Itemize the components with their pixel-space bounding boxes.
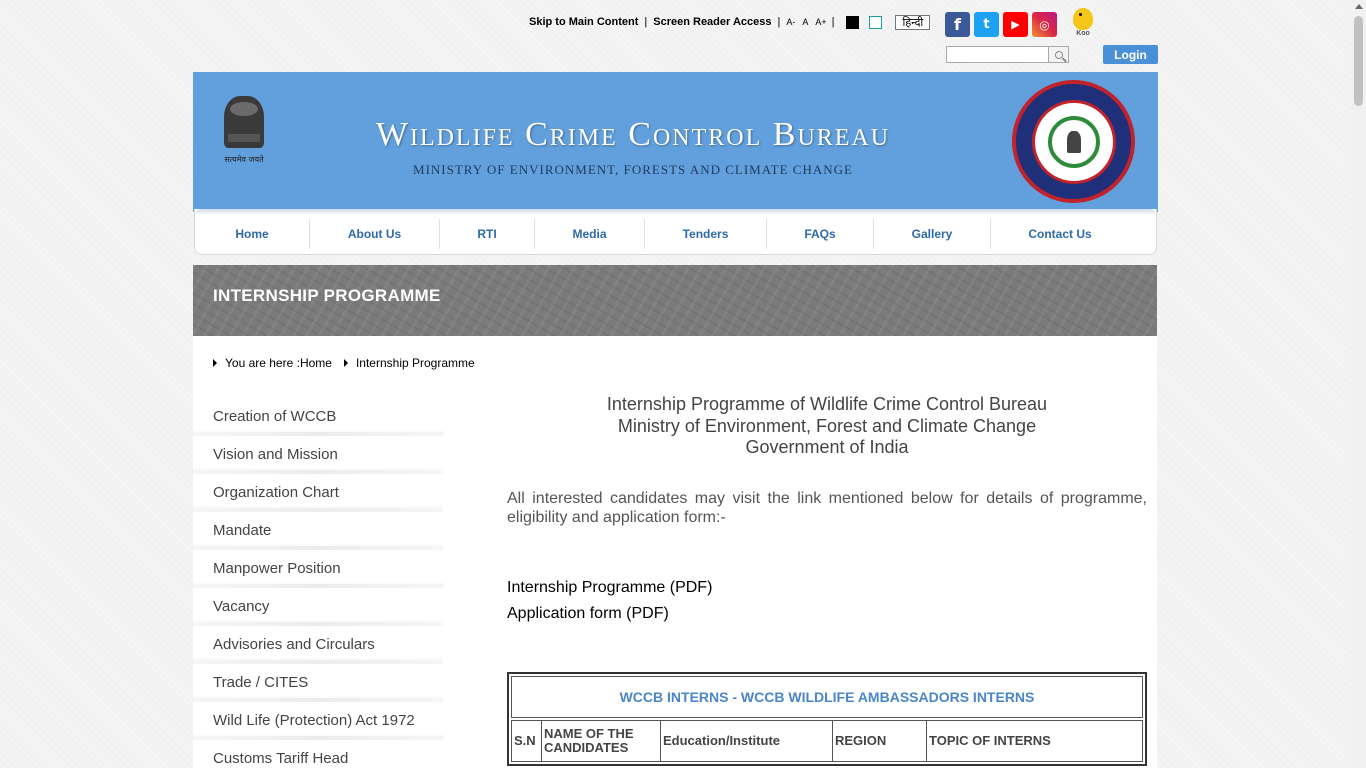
koo-icon — [1073, 8, 1093, 30]
internship-programme-pdf-link[interactable]: Internship Programme (PDF) — [507, 579, 1147, 597]
breadcrumb-current: Internship Programme — [355, 356, 475, 370]
sidebar-item-trade-cites[interactable]: Trade / CITES — [193, 664, 443, 702]
sidebar-item-advisories[interactable]: Advisories and Circulars — [193, 626, 443, 664]
site-header: सत्यमेव जयते Wildlife Crime Control Bure… — [193, 72, 1158, 212]
emblem-motto: सत्यमेव जयते — [224, 155, 264, 164]
search-button[interactable] — [1048, 46, 1069, 63]
table-header-name: NAME OF THE CANDIDATES — [542, 721, 661, 761]
sidebar-item-mandate[interactable]: Mandate — [193, 512, 443, 550]
language-hindi-button[interactable]: हिन्दी — [895, 14, 931, 30]
breadcrumb-arrow-icon — [343, 359, 348, 367]
breadcrumb: You are here : Home Internship Programme — [213, 356, 475, 370]
heading-line: Ministry of Environment, Forest and Clim… — [617, 415, 1037, 436]
nav-tenders[interactable]: Tenders — [645, 218, 767, 249]
lion-capital-icon — [224, 96, 264, 148]
nav-media[interactable]: Media — [535, 218, 645, 249]
search-icon — [1054, 50, 1063, 59]
table-header-education: Education/Institute — [661, 721, 833, 761]
wccb-seal-logo — [1012, 80, 1135, 203]
font-decrease-button[interactable]: A- — [786, 17, 795, 27]
high-contrast-button[interactable] — [846, 15, 860, 29]
heading-line: Internship Programme of Wildlife Crime C… — [606, 394, 1048, 414]
sidebar-item-customs-tariff[interactable]: Customs Tariff Head — [193, 740, 443, 768]
sidebar-item-vacancy[interactable]: Vacancy — [193, 588, 443, 626]
heading-line: Government of India — [745, 437, 909, 457]
facebook-icon[interactable]: f — [945, 12, 970, 37]
scroll-up-arrow-icon[interactable] — [1355, 4, 1363, 9]
sidebar-item-creation-of-wccb[interactable]: Creation of WCCB — [193, 398, 443, 436]
koo-label: Koo — [1076, 30, 1090, 37]
breadcrumb-home-link[interactable]: Home — [300, 356, 332, 370]
sidebar-item-vision-and-mission[interactable]: Vision and Mission — [193, 436, 443, 474]
font-increase-button[interactable]: A+ — [815, 17, 826, 27]
nav-contact-us[interactable]: Contact Us — [991, 219, 1129, 249]
sidebar-item-organization-chart[interactable]: Organization Chart — [193, 474, 443, 512]
main-content: You are here : Home Internship Programme… — [193, 336, 1157, 768]
sidebar-item-manpower-position[interactable]: Manpower Position — [193, 550, 443, 588]
sidebar-item-wildlife-act[interactable]: Wild Life (Protection) Act 1972 — [193, 702, 443, 740]
intro-paragraph: All interested candidates may visit the … — [507, 489, 1147, 526]
scrollbar-thumb[interactable] — [1354, 16, 1363, 106]
main-nav: Home About Us RTI Media Tenders FAQs Gal… — [194, 209, 1157, 255]
screen-reader-link[interactable]: Screen Reader Access — [653, 16, 771, 28]
site-title: Wildlife Crime Control Bureau — [375, 116, 891, 153]
separator: | — [644, 16, 648, 28]
nav-about-us[interactable]: About Us — [310, 218, 440, 249]
separator: | — [777, 16, 781, 28]
breadcrumb-arrow-icon — [213, 359, 217, 367]
search-input[interactable] — [946, 46, 1049, 63]
skip-to-main-link[interactable]: Skip to Main Content — [529, 16, 638, 28]
wreath-icon — [1047, 115, 1100, 168]
breadcrumb-prefix: You are here : — [225, 356, 300, 370]
twitter-icon[interactable]: t — [974, 12, 999, 37]
sidebar: Creation of WCCB Vision and Mission Orga… — [193, 398, 443, 768]
separator: | — [831, 16, 835, 28]
nav-rti[interactable]: RTI — [440, 218, 535, 249]
font-normal-button[interactable]: A — [802, 17, 808, 27]
koo-link[interactable]: Koo — [1070, 8, 1096, 37]
national-emblem: सत्यमेव जयते — [217, 96, 271, 170]
article-heading: Internship Programme of Wildlife Crime C… — [507, 394, 1147, 459]
table-title: WCCB INTERNS - WCCB WILDLIFE AMBASSADORS… — [511, 676, 1143, 718]
site-subtitle: Ministry of Environment, Forests and Cli… — [413, 162, 853, 177]
article: Internship Programme of Wildlife Crime C… — [507, 394, 1147, 623]
page-title: INTERNSHIP PROGRAMME — [213, 286, 441, 305]
interns-table: WCCB INTERNS - WCCB WILDLIFE AMBASSADORS… — [507, 672, 1147, 766]
normal-contrast-button[interactable] — [869, 15, 883, 29]
seal-inner — [1031, 99, 1116, 184]
table-header-topic: TOPIC OF INTERNS — [929, 733, 1051, 748]
table-header-region: REGION — [833, 721, 927, 761]
social-links: f t ▶ ◎ — [945, 12, 1057, 37]
table-header-sn: S.N — [512, 721, 542, 761]
table-header-row: S.N NAME OF THE CANDIDATES Education/Ins… — [511, 720, 1143, 762]
nav-home[interactable]: Home — [195, 218, 310, 249]
nav-faqs[interactable]: FAQs — [767, 218, 874, 249]
page-scrollbar[interactable] — [1351, 0, 1366, 768]
page-banner: INTERNSHIP PROGRAMME — [193, 265, 1157, 336]
application-form-pdf-link[interactable]: Application form (PDF) — [507, 605, 1147, 623]
instagram-icon[interactable]: ◎ — [1032, 12, 1057, 37]
utility-bar: Skip to Main Content | Screen Reader Acc… — [529, 12, 931, 32]
login-button[interactable]: Login — [1103, 45, 1158, 64]
nav-gallery[interactable]: Gallery — [874, 218, 991, 249]
youtube-icon[interactable]: ▶ — [1003, 12, 1028, 37]
